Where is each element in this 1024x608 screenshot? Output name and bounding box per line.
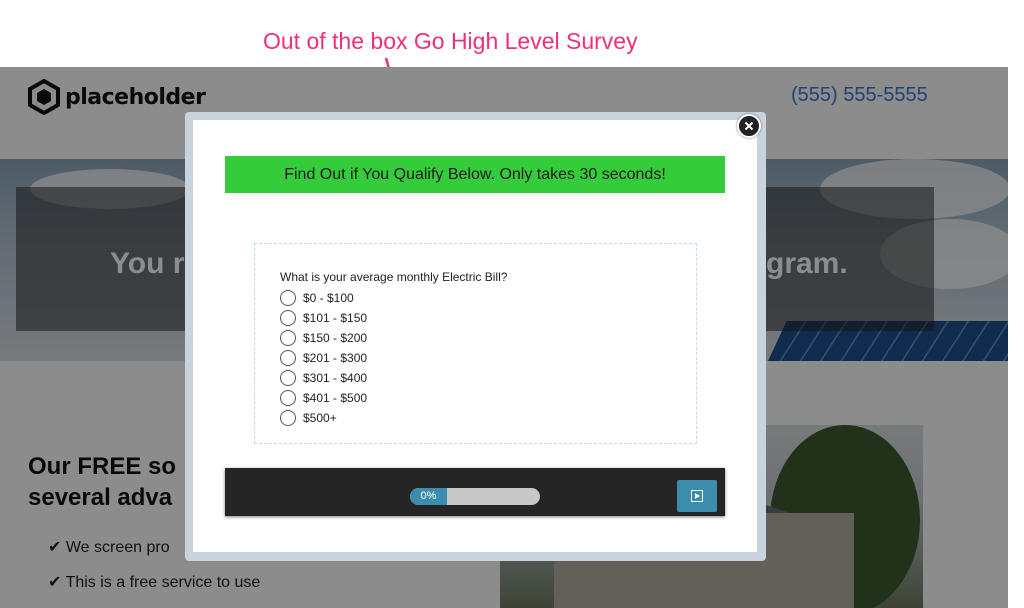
answer-option[interactable]: $401 - $500 <box>280 389 367 407</box>
survey-footer-bar: 0% <box>225 468 725 516</box>
answer-option[interactable]: $500+ <box>280 409 337 427</box>
answer-option-label: $401 - $500 <box>303 391 368 405</box>
answer-option-label: $201 - $300 <box>303 351 368 365</box>
radio-button[interactable] <box>280 330 296 346</box>
progress-bar: 0% <box>410 488 540 505</box>
answer-option[interactable]: $201 - $300 <box>280 349 367 367</box>
answer-option[interactable]: $150 - $200 <box>280 329 367 347</box>
next-button[interactable] <box>677 480 717 512</box>
radio-button[interactable] <box>280 290 296 306</box>
close-button[interactable] <box>737 114 761 138</box>
survey-question-box: What is your average monthly Electric Bi… <box>254 243 697 444</box>
survey-question: What is your average monthly Electric Bi… <box>280 270 508 284</box>
answer-option[interactable]: $0 - $100 <box>280 289 354 307</box>
answer-option-label: $500+ <box>303 411 337 425</box>
annotation-caption: Out of the box Go High Level Survey <box>263 28 638 54</box>
radio-button[interactable] <box>280 410 296 426</box>
answer-option-label: $150 - $200 <box>303 331 368 345</box>
answer-option[interactable]: $101 - $150 <box>280 309 367 327</box>
next-arrow-icon <box>691 490 703 502</box>
radio-button[interactable] <box>280 390 296 406</box>
qualify-banner: Find Out if You Qualify Below. Only take… <box>225 156 725 193</box>
radio-button[interactable] <box>280 370 296 386</box>
answer-option-label: $301 - $400 <box>303 371 368 385</box>
answer-option-label: $0 - $100 <box>303 291 354 305</box>
answer-option[interactable]: $301 - $400 <box>280 369 367 387</box>
answer-option-label: $101 - $150 <box>303 311 368 325</box>
close-icon <box>744 121 754 131</box>
radio-button[interactable] <box>280 350 296 366</box>
radio-button[interactable] <box>280 310 296 326</box>
progress-label: 0% <box>420 490 437 502</box>
